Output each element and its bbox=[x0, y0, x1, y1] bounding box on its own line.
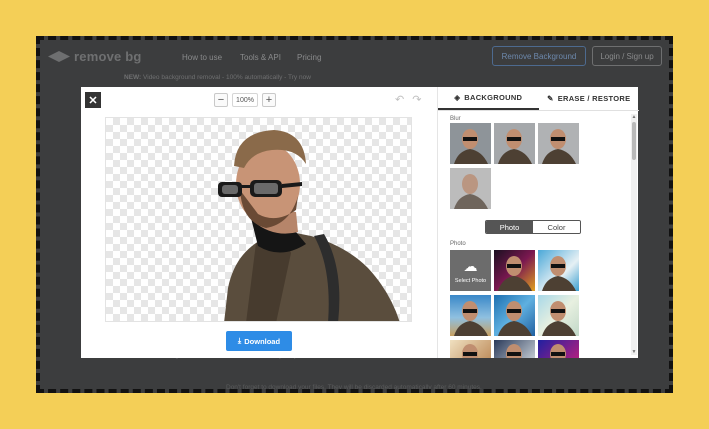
thumb-image bbox=[494, 123, 535, 164]
thumb-image bbox=[498, 301, 532, 336]
remove-background-button[interactable]: Remove Background bbox=[492, 46, 586, 66]
tab-label: BACKGROUND bbox=[464, 93, 523, 102]
image-canvas[interactable] bbox=[105, 117, 412, 322]
scrollbar-thumb[interactable] bbox=[632, 122, 636, 160]
download-button[interactable]: ⤓ Download bbox=[226, 331, 292, 351]
screenshot-frame: remove bg How to use Tools & API Pricing… bbox=[36, 36, 673, 393]
thumb-image bbox=[450, 168, 491, 209]
discard-notice: Don't forget to download your files. The… bbox=[226, 384, 482, 391]
tab-background[interactable]: ◈ BACKGROUND bbox=[438, 87, 539, 110]
background-photo-option[interactable] bbox=[494, 250, 535, 291]
history-controls: ↶ ↷ bbox=[395, 93, 421, 106]
logo-text: remove bg bbox=[74, 49, 142, 64]
download-icon: ⤓ bbox=[237, 336, 242, 345]
photo-toggle-button[interactable]: Photo bbox=[486, 221, 533, 233]
announcement-text: Video background removal - 100% automati… bbox=[143, 74, 311, 81]
blur-option[interactable] bbox=[538, 123, 579, 164]
panel-tabs: ◈ BACKGROUND ✎ ERASE / RESTORE bbox=[438, 87, 639, 111]
scroll-down-icon[interactable]: ▼ bbox=[631, 349, 637, 355]
thumb-image bbox=[498, 256, 532, 291]
background-photo-option[interactable] bbox=[450, 295, 491, 336]
download-label: Download bbox=[244, 336, 281, 346]
blur-option[interactable] bbox=[450, 168, 491, 209]
blur-option[interactable] bbox=[450, 123, 491, 164]
nav-tools-api[interactable]: Tools & API bbox=[240, 53, 281, 62]
background-photo-option[interactable] bbox=[494, 295, 535, 336]
site-logo[interactable]: remove bg bbox=[48, 49, 142, 64]
background-photo-option[interactable] bbox=[538, 340, 579, 358]
photo-label: Photo bbox=[450, 241, 466, 247]
zoom-value: 100% bbox=[232, 93, 258, 107]
cloud-upload-icon: ☁ bbox=[463, 257, 478, 274]
announcement-top[interactable]: NEW: Video background removal - 100% aut… bbox=[124, 74, 311, 81]
thumb-image bbox=[454, 301, 488, 336]
color-toggle-button[interactable]: Color bbox=[533, 221, 580, 233]
layers-icon: ◈ bbox=[454, 93, 461, 102]
options-panel: ◈ BACKGROUND ✎ ERASE / RESTORE Blur Phot… bbox=[437, 87, 639, 358]
thumb-image bbox=[538, 123, 579, 164]
photo-color-toggle: Photo Color bbox=[485, 220, 581, 234]
thumb-image bbox=[542, 256, 576, 291]
select-photo-label: Select Photo bbox=[454, 277, 487, 284]
background-photo-option[interactable] bbox=[494, 340, 535, 358]
thumb-image bbox=[450, 123, 491, 164]
zoom-out-button[interactable]: − bbox=[214, 93, 228, 107]
tab-erase-restore[interactable]: ✎ ERASE / RESTORE bbox=[539, 87, 640, 110]
logo-icon bbox=[48, 51, 70, 62]
close-button[interactable]: ✕ bbox=[85, 92, 101, 108]
brush-icon: ✎ bbox=[547, 94, 554, 103]
thumb-image bbox=[550, 344, 566, 358]
zoom-in-button[interactable]: + bbox=[262, 93, 276, 107]
panel-scrollbar[interactable]: ▲ ▼ bbox=[631, 114, 637, 355]
thumb-image bbox=[506, 344, 522, 358]
blur-option[interactable] bbox=[494, 123, 535, 164]
nav-pricing[interactable]: Pricing bbox=[297, 53, 321, 62]
nav-how-to-use[interactable]: How to use bbox=[182, 53, 222, 62]
thumb-image bbox=[542, 301, 576, 336]
background-photo-option[interactable] bbox=[538, 295, 579, 336]
undo-icon[interactable]: ↶ bbox=[395, 93, 404, 106]
select-photo-button[interactable]: ☁ Select Photo bbox=[450, 250, 491, 291]
scroll-up-icon[interactable]: ▲ bbox=[631, 114, 637, 120]
redo-icon[interactable]: ↷ bbox=[412, 93, 421, 106]
thumb-image bbox=[462, 344, 478, 358]
subject-image bbox=[218, 130, 400, 321]
background-photo-option[interactable] bbox=[538, 250, 579, 291]
announcement-new: NEW: bbox=[124, 74, 142, 81]
editor-modal: ✕ − 100% + ↶ ↷ ⤓ Download ◈ BACKGROUND ✎… bbox=[81, 87, 639, 358]
login-button[interactable]: Login / Sign up bbox=[592, 46, 662, 66]
background-photo-option[interactable] bbox=[450, 340, 491, 358]
tab-label: ERASE / RESTORE bbox=[557, 94, 631, 103]
zoom-controls: − 100% + bbox=[214, 93, 276, 107]
blur-label: Blur bbox=[450, 116, 461, 122]
